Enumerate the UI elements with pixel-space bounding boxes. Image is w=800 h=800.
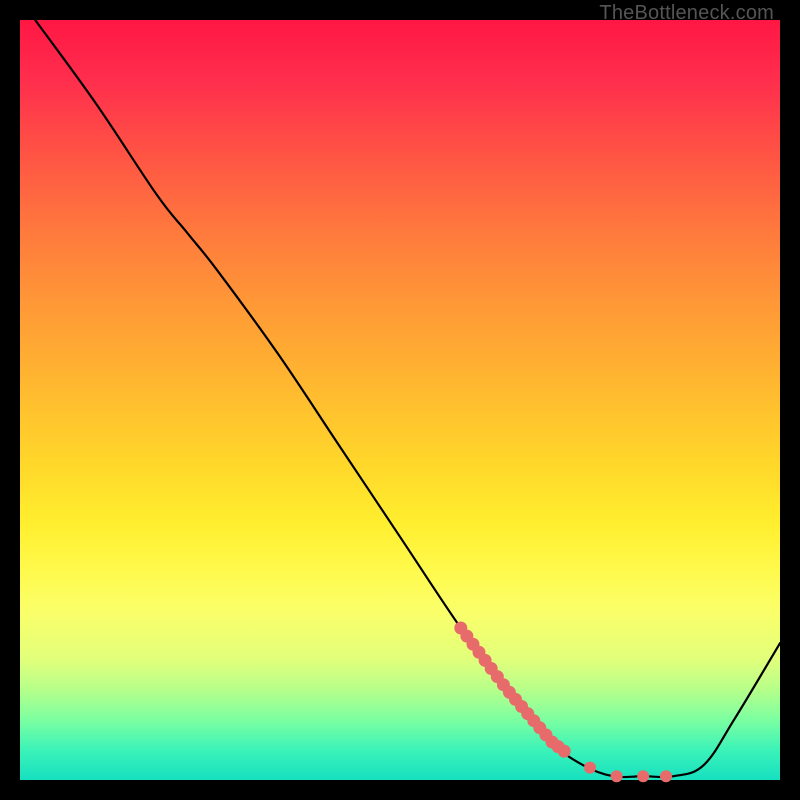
data-marker <box>611 770 623 782</box>
data-marker <box>660 770 672 782</box>
marker-layer <box>454 622 672 783</box>
data-marker <box>558 745 571 758</box>
data-marker <box>637 770 649 782</box>
bottleneck-curve <box>35 20 780 777</box>
chart-svg <box>20 20 780 780</box>
curve-layer <box>35 20 780 777</box>
data-marker <box>584 762 596 774</box>
